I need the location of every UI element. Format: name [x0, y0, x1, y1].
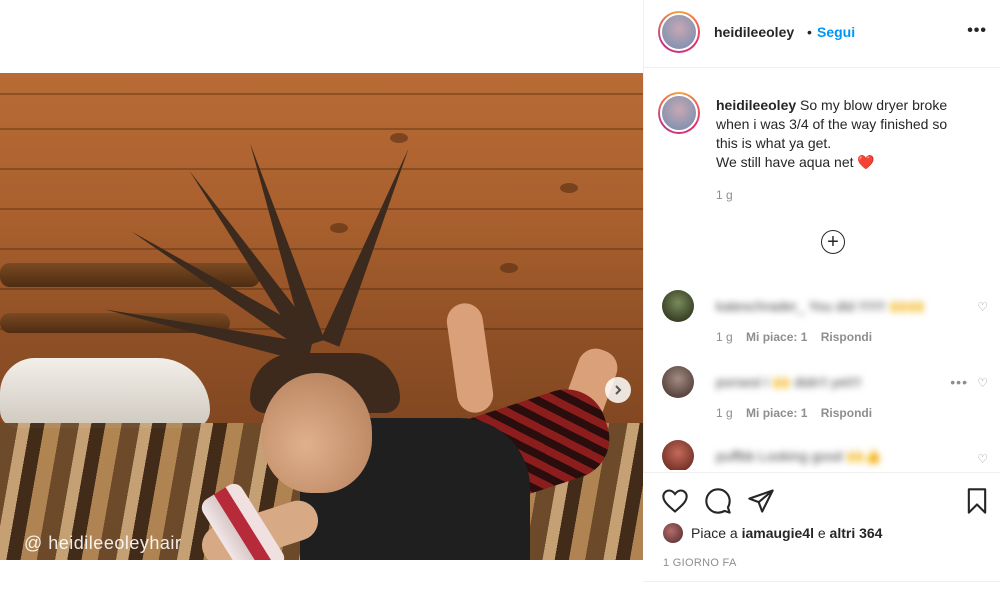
post-header: heidileeoley • Segui •••: [644, 0, 1000, 68]
image-watermark: @ heidileeoleyhair: [24, 533, 182, 553]
post-page: @ heidileeoleyhair heidileeoley • Segui …: [0, 0, 1000, 606]
comment-more-icon[interactable]: •••: [950, 374, 968, 390]
comment-text: porsesl I 🙌 didn't yet!!!: [716, 374, 862, 390]
separator-dot: •: [807, 24, 812, 40]
post-date: 1 GIORNO FA: [663, 557, 737, 569]
heart-icon[interactable]: ♡: [977, 300, 988, 314]
comment-meta: 1 g Mi piace: 1 Rispondi: [716, 330, 882, 344]
liker-username[interactable]: iamaugie4l: [742, 525, 814, 541]
heart-icon[interactable]: [661, 487, 689, 515]
post-actions: Piace a iamaugie4l e altri 364 1 GIORNO …: [643, 472, 1000, 606]
reply-button[interactable]: Rispondi: [821, 406, 872, 420]
avatar[interactable]: [663, 523, 683, 543]
comment-time: 1 g: [716, 330, 733, 344]
bookmark-icon[interactable]: [963, 487, 991, 515]
add-icon[interactable]: +: [821, 230, 845, 254]
heart-icon[interactable]: ♡: [977, 452, 988, 466]
comment-likes[interactable]: Mi piace: 1: [746, 330, 807, 344]
caption-username[interactable]: heidileeoley: [716, 97, 796, 113]
share-icon[interactable]: [747, 487, 775, 515]
comment-item: porsesl I 🙌 didn't yet!!! ••• 1 g Mi pia…: [662, 366, 992, 426]
comment-icon[interactable]: [704, 487, 732, 515]
avatar[interactable]: [662, 440, 694, 470]
avatar[interactable]: [658, 11, 700, 53]
caption-text: heidileeoley So my blow dryer broke when…: [716, 96, 986, 172]
comment-time: 1 g: [716, 406, 733, 420]
more-options-icon[interactable]: •••: [967, 22, 987, 40]
caption-time: 1 g: [716, 188, 733, 202]
avatar[interactable]: [662, 366, 694, 398]
caption-line-4: We still have aqua net ❤️: [716, 154, 875, 170]
chevron-right-icon[interactable]: [605, 377, 631, 403]
caption-line-3: this is what ya get.: [716, 135, 832, 151]
caption-line-2: when i was 3/4 of the way finished so: [716, 116, 948, 132]
comment-text: puffbb Looking good 🙌👍: [716, 448, 882, 464]
follow-button[interactable]: Segui: [817, 24, 855, 40]
post-image[interactable]: @ heidileeoleyhair: [0, 73, 643, 560]
likes-count[interactable]: altri 364: [830, 525, 883, 541]
heart-icon[interactable]: ♡: [977, 376, 988, 390]
caption-line-1: So my blow dryer broke: [800, 97, 948, 113]
likes-text[interactable]: Piace a iamaugie4l e altri 364: [691, 525, 882, 541]
comment-item: kateschrader_ You did !!!!!!! 🙌🙌 1 g Mi …: [662, 290, 992, 350]
comment-meta: 1 g Mi piace: 1 Rispondi: [716, 406, 882, 420]
comment-item: puffbb Looking good 🙌👍 ♡: [662, 440, 992, 470]
header-username[interactable]: heidileeoley: [714, 24, 794, 40]
reply-button[interactable]: Rispondi: [821, 330, 872, 344]
caption-avatar[interactable]: [658, 92, 700, 134]
avatar[interactable]: [662, 290, 694, 322]
comment-text: kateschrader_ You did !!!!!!! 🙌🙌: [716, 298, 925, 314]
comment-likes[interactable]: Mi piace: 1: [746, 406, 807, 420]
